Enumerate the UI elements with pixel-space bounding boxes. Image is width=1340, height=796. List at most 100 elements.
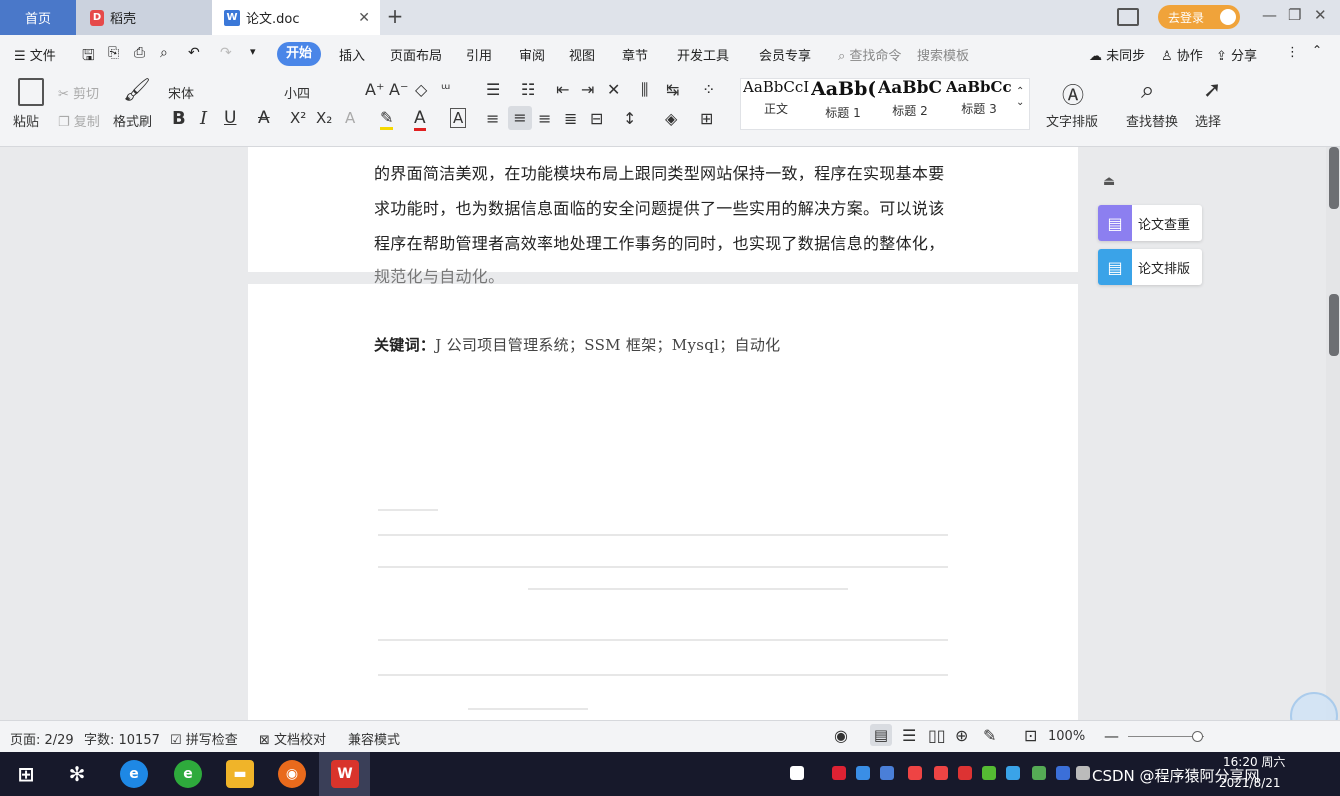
media-player-icon[interactable]: ◉ xyxy=(278,760,306,788)
paper-layout-button[interactable]: ▤ 论文排版 xyxy=(1098,249,1202,285)
paper-check-button[interactable]: ▤ 论文查重 xyxy=(1098,205,1202,241)
align-right-icon[interactable]: ≡ xyxy=(538,109,551,128)
style-heading-1[interactable]: AaBb( 标题 1 xyxy=(811,78,875,128)
print-preview-icon[interactable]: ⌕ xyxy=(160,45,168,61)
redo-icon[interactable]: ↷ xyxy=(220,45,232,61)
zoom-out-icon[interactable]: — xyxy=(1104,727,1119,745)
numbered-list-icon[interactable]: ☷ xyxy=(521,80,535,99)
template-search[interactable]: 搜索模板 xyxy=(917,45,969,64)
tab-developer[interactable]: 开发工具 xyxy=(677,45,729,64)
phonetic-guide-icon[interactable]: ᵚ xyxy=(441,80,450,98)
subscript-icon[interactable]: X₂ xyxy=(316,109,332,127)
collab-button[interactable]: ♙ 协作 xyxy=(1161,45,1203,64)
tab-start[interactable]: 开始 xyxy=(277,42,321,66)
select-cursor-icon[interactable]: ➚ xyxy=(1203,78,1221,103)
spell-check-toggle[interactable]: ☑ 拼写检查 xyxy=(170,729,238,748)
shading-icon[interactable]: ◈ xyxy=(665,109,677,128)
write-mode-icon[interactable]: ✎ xyxy=(983,726,996,745)
paste-button[interactable]: 粘贴 xyxy=(13,111,39,130)
styles-scroll-icon[interactable]: ⌃ ⌄ xyxy=(1016,86,1024,108)
print-icon[interactable]: ⎙ xyxy=(134,45,145,61)
command-search[interactable]: ⌕ 查找命令 xyxy=(838,45,901,64)
app-pinwheel-icon[interactable]: ✻ xyxy=(63,760,91,788)
more-icon[interactable]: ⋮ xyxy=(1286,45,1299,60)
clock-time[interactable]: 16:20 周六 xyxy=(1223,753,1285,770)
proofread-toggle[interactable]: ⊠ 文档校对 xyxy=(259,729,326,748)
tray-shield-icon[interactable] xyxy=(880,766,894,780)
close-window-button[interactable]: ✕ xyxy=(1314,6,1327,24)
scrollbar-thumb-upper[interactable] xyxy=(1329,147,1339,209)
format-painter-icon[interactable]: 🖌 xyxy=(123,78,151,103)
fit-page-icon[interactable]: ⊡ xyxy=(1024,726,1037,745)
undo-icon[interactable]: ↶ xyxy=(188,45,200,61)
italic-icon[interactable]: I xyxy=(200,108,207,129)
tab-chapter[interactable]: 章节 xyxy=(622,45,648,64)
screen-mode-icon[interactable] xyxy=(1117,8,1139,26)
font-size-select[interactable]: 小四 xyxy=(284,83,344,102)
tray-bluetooth-icon[interactable] xyxy=(1056,766,1070,780)
character-border-icon[interactable]: A xyxy=(450,108,467,128)
decrease-indent-icon[interactable]: ⇤ xyxy=(556,80,569,99)
select-button[interactable]: 选择 xyxy=(1195,111,1221,130)
style-heading-3[interactable]: AaBbCcl 标题 3 xyxy=(946,78,1012,128)
web-view-icon[interactable]: ⊕ xyxy=(955,726,968,745)
tray-app-icon[interactable] xyxy=(908,766,922,780)
text-effect-icon[interactable]: A xyxy=(345,109,355,127)
tray-app-icon[interactable] xyxy=(958,766,972,780)
page-1-bottom[interactable]: 的界面简洁美观，在功能模块布局上跟同类型网站保持一致，程序在实现基本要 求功能时… xyxy=(248,147,1078,286)
new-tab-button[interactable]: + xyxy=(384,4,406,30)
tab-insert[interactable]: 插入 xyxy=(339,45,365,64)
file-explorer-icon[interactable]: ▬ xyxy=(226,760,254,788)
chinese-layout-icon[interactable]: ✕ xyxy=(607,80,620,99)
vertical-scrollbar[interactable] xyxy=(1326,147,1340,720)
text-layout-icon[interactable]: Ⓐ xyxy=(1062,78,1084,110)
ie-browser-icon[interactable]: e xyxy=(120,760,148,788)
text-layout-button[interactable]: 文字排版 xyxy=(1046,111,1098,130)
tray-app-icon[interactable] xyxy=(832,766,846,780)
text-direction-icon[interactable]: ⫼ xyxy=(641,80,648,100)
login-button[interactable]: 去登录 xyxy=(1158,5,1240,29)
increase-font-icon[interactable]: A⁺ xyxy=(365,80,384,99)
line-spacing-icon[interactable]: ↕ xyxy=(623,109,636,128)
tab-close-icon[interactable]: ✕ xyxy=(358,10,370,26)
find-replace-button[interactable]: 查找替换 xyxy=(1126,111,1178,130)
zoom-slider-handle[interactable] xyxy=(1192,731,1203,742)
tab-view[interactable]: 视图 xyxy=(569,45,595,64)
tab-member[interactable]: 会员专享 xyxy=(759,45,811,64)
save-icon[interactable]: 🖫 xyxy=(82,45,95,70)
windows-start-icon[interactable]: ⊞ xyxy=(12,760,40,788)
tray-keyboard-icon[interactable] xyxy=(790,766,804,780)
font-family-select[interactable]: 宋体 xyxy=(168,83,268,102)
browser-360-icon[interactable]: e xyxy=(174,760,202,788)
underline-icon[interactable]: U xyxy=(224,108,236,128)
style-normal[interactable]: AaBbCcI 正文 xyxy=(743,78,809,128)
align-left-icon[interactable]: ≡ xyxy=(486,109,499,128)
tab-references[interactable]: 引用 xyxy=(466,45,492,64)
tray-app-icon[interactable] xyxy=(856,766,870,780)
tab-daoke[interactable]: D 稻壳 xyxy=(76,0,212,35)
page-view-icon[interactable]: ▤ xyxy=(870,724,892,746)
minimize-button[interactable]: — xyxy=(1262,6,1277,24)
highlight-icon[interactable]: ✎ xyxy=(380,108,394,130)
tray-app-icon[interactable] xyxy=(1076,766,1090,780)
share-button[interactable]: ⇪ 分享 xyxy=(1216,45,1257,64)
sort-icon[interactable]: ↹ xyxy=(666,80,679,99)
show-marks-icon[interactable]: ⁘ xyxy=(702,80,715,99)
wps-app-icon[interactable]: W xyxy=(331,760,359,788)
restore-button[interactable]: ❐ xyxy=(1288,6,1301,24)
align-center-icon[interactable]: ≡ xyxy=(508,106,532,130)
tray-app-icon[interactable] xyxy=(934,766,948,780)
tray-app-icon[interactable] xyxy=(1006,766,1020,780)
justify-icon[interactable]: ≣ xyxy=(564,109,577,128)
find-replace-icon[interactable]: ⌕ xyxy=(1141,76,1154,104)
strikethrough-icon[interactable]: A xyxy=(258,108,270,128)
tab-page-layout[interactable]: 页面布局 xyxy=(390,45,442,64)
paste-icon[interactable] xyxy=(18,78,44,106)
tray-app-icon[interactable] xyxy=(1032,766,1046,780)
font-color-icon[interactable]: A xyxy=(414,108,426,131)
panel-collapse-icon[interactable]: ⏏ xyxy=(1103,174,1115,189)
export-icon[interactable]: ⎘ xyxy=(108,45,119,61)
copy-button[interactable]: ❐ 复制 xyxy=(58,111,100,130)
eye-protect-icon[interactable]: ◉ xyxy=(834,726,848,745)
page-indicator[interactable]: 页面: 2/29 xyxy=(10,729,74,748)
